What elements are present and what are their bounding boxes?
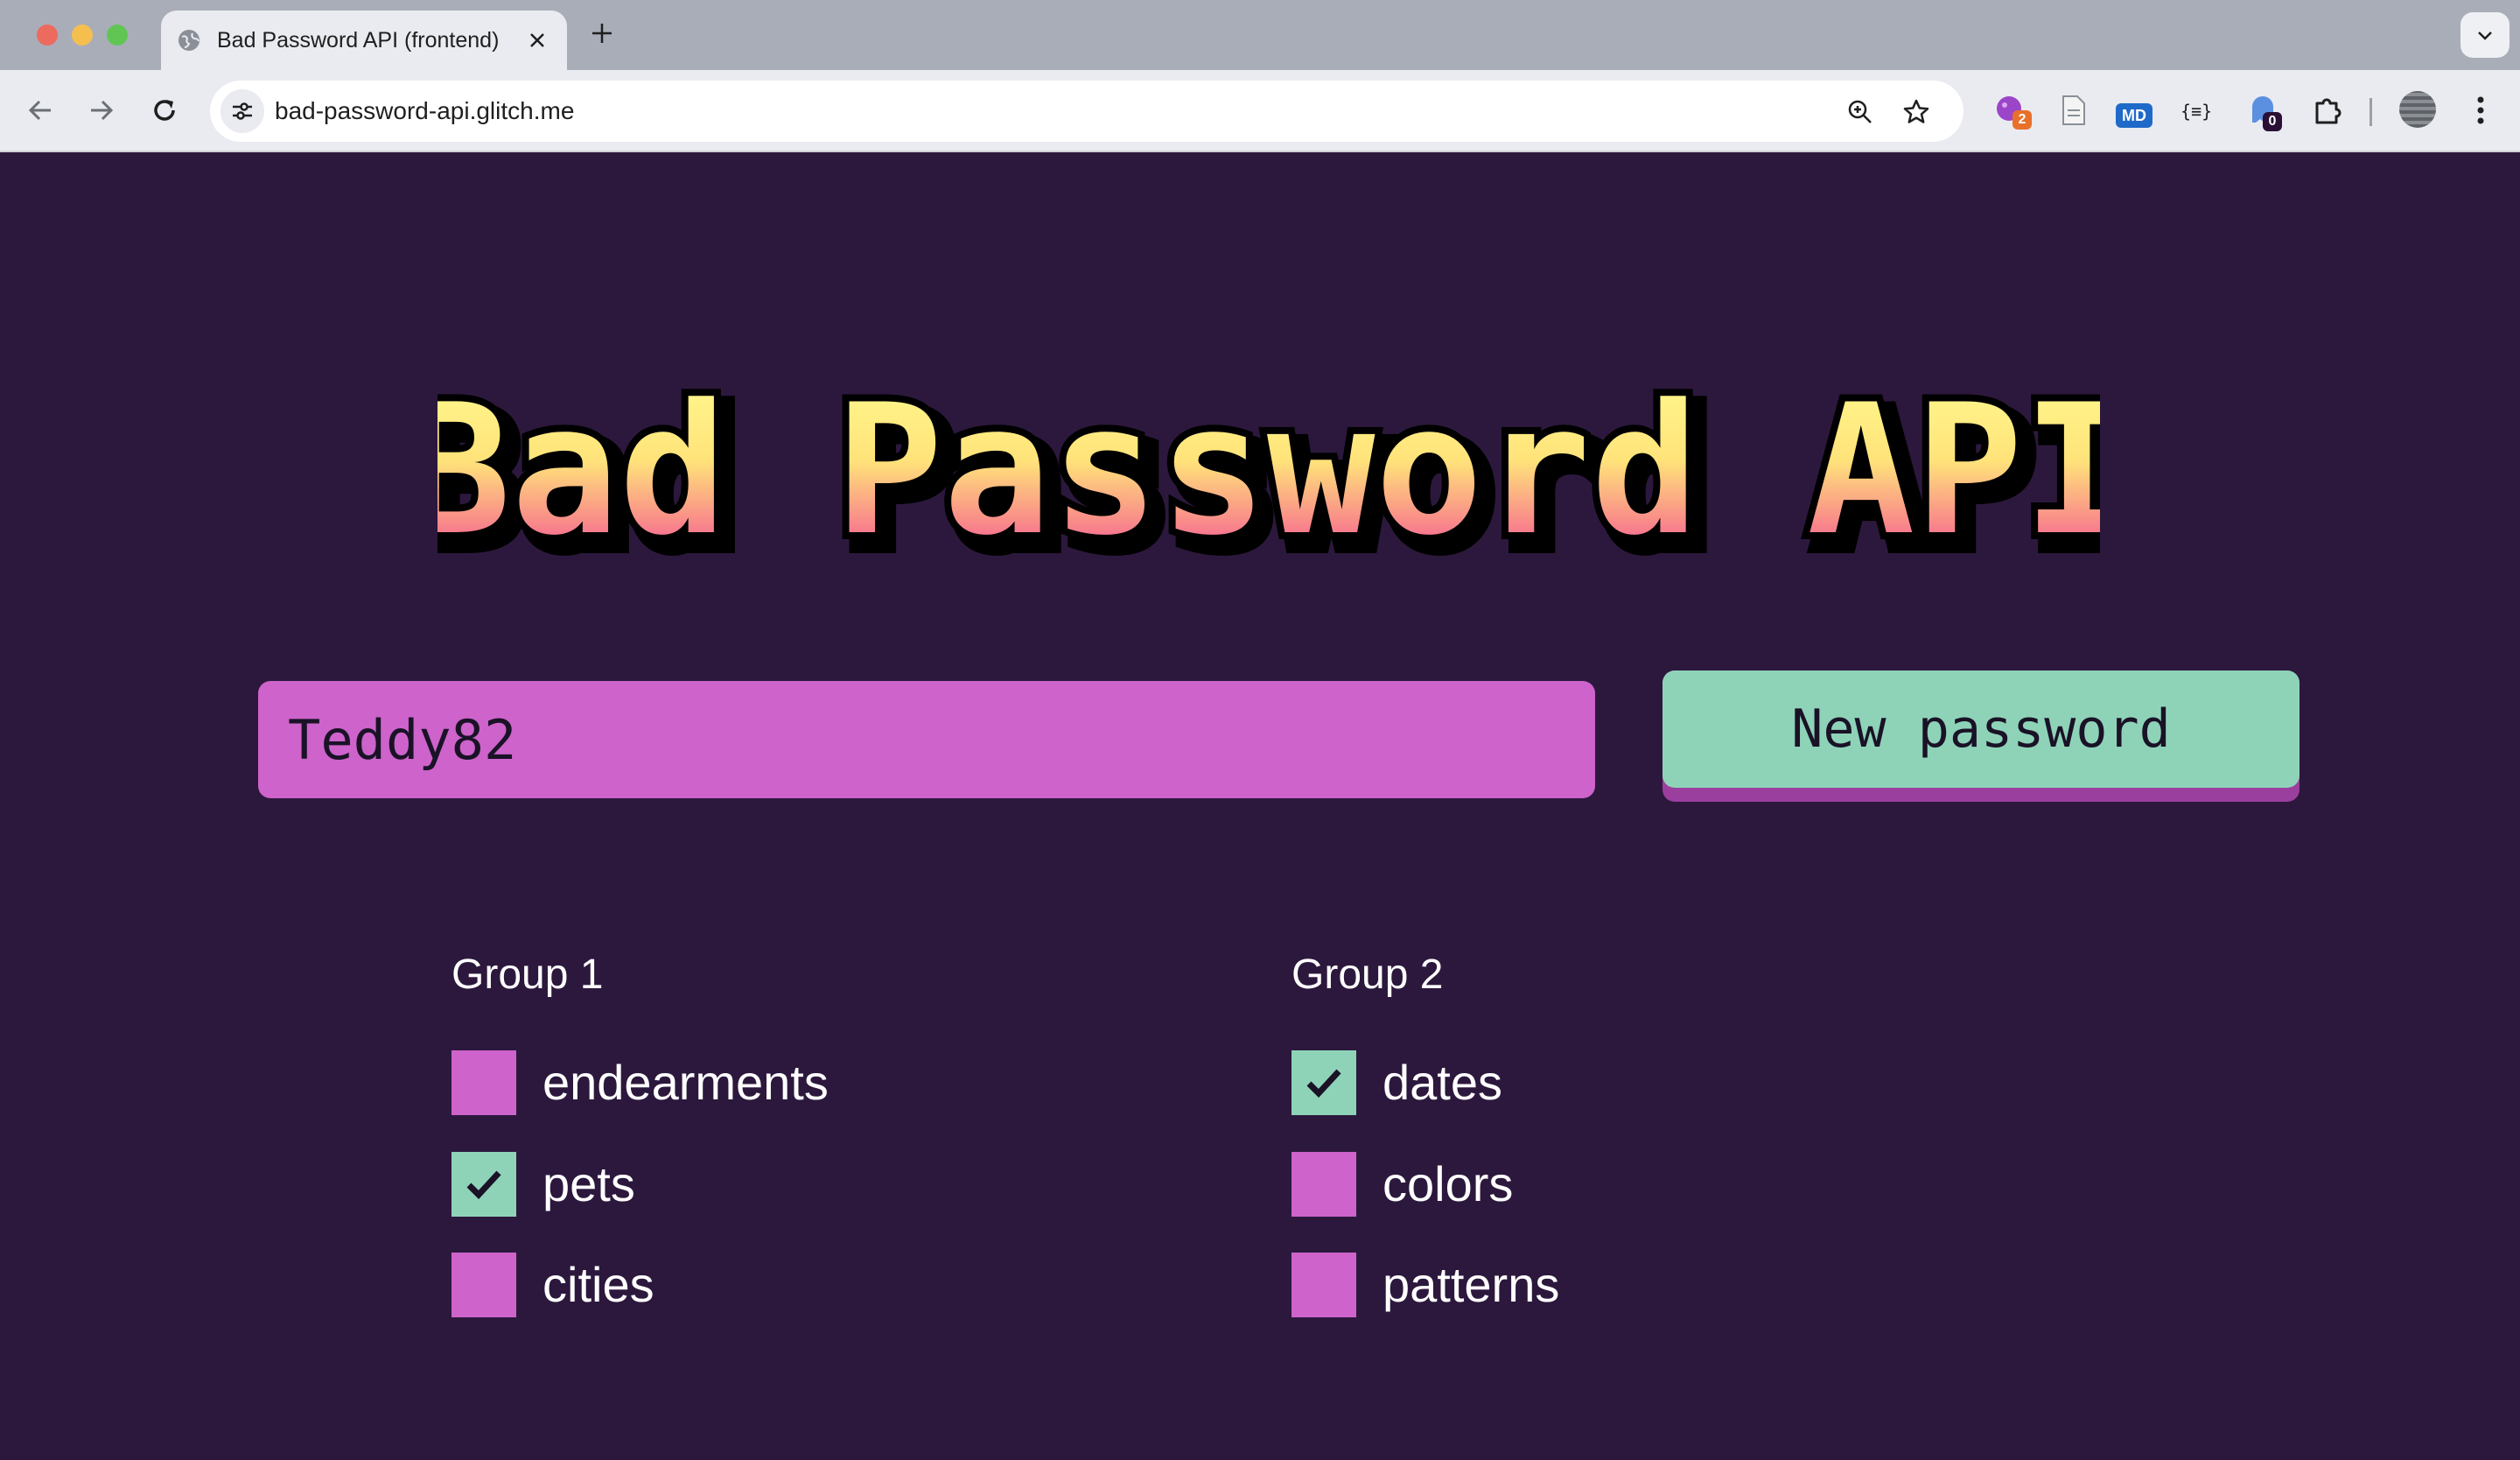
checkbox[interactable]	[452, 1152, 516, 1217]
checkmark-icon	[466, 1170, 501, 1200]
browser-tab-bar: Bad Password API (frontend)	[0, 0, 2520, 70]
toolbar-divider	[2370, 98, 2372, 126]
extensions-puzzle-icon[interactable]	[2310, 93, 2345, 128]
maximize-window-button[interactable]	[107, 25, 128, 46]
checkbox[interactable]	[1292, 1253, 1356, 1317]
checkbox-label: colors	[1382, 1156, 1514, 1211]
extension-badge: 0	[2263, 112, 2282, 131]
close-tab-icon[interactable]	[527, 30, 548, 51]
checkbox-label: cities	[542, 1257, 654, 1312]
checkbox-pets[interactable]: pets	[452, 1152, 889, 1217]
title-text: Bad Password API	[438, 367, 2100, 575]
profile-avatar[interactable]	[2399, 91, 2436, 128]
checkbox-label: endearments	[542, 1055, 829, 1110]
bookmark-star-icon[interactable]	[1902, 98, 1930, 126]
checkbox[interactable]	[452, 1253, 516, 1317]
checkbox-endearments[interactable]: endearments	[452, 1050, 889, 1115]
back-arrow-icon[interactable]	[24, 95, 56, 126]
tune-icon	[233, 102, 252, 120]
reload-icon[interactable]	[149, 95, 180, 126]
checkbox[interactable]	[1292, 1050, 1356, 1115]
password-output-field[interactable]	[258, 681, 1595, 798]
close-window-button[interactable]	[37, 25, 58, 46]
address-bar[interactable]: bad-password-api.glitch.me	[210, 81, 1964, 142]
json-extension-icon[interactable]: {≡}	[2180, 98, 2212, 124]
globe-icon	[178, 30, 200, 51]
more-menu-icon[interactable]	[2468, 95, 2494, 126]
chevron-down-icon	[2478, 32, 2492, 40]
ghost-extension-icon[interactable]: 0	[2247, 93, 2282, 132]
checkbox-label: pets	[542, 1156, 635, 1211]
purple-extension-icon[interactable]: 2	[1993, 93, 2032, 132]
tab-search-button[interactable]	[2460, 12, 2510, 58]
extension-badge: 2	[2012, 110, 2032, 130]
new-password-button[interactable]: New password	[1662, 670, 2300, 802]
forward-arrow-icon[interactable]	[86, 95, 117, 126]
checkmark-icon	[1306, 1069, 1341, 1099]
tab-title: Bad Password API (frontend)	[217, 28, 500, 53]
checkbox[interactable]	[452, 1050, 516, 1115]
group-1-heading: Group 1	[452, 951, 604, 998]
new-password-button-label: New password	[1662, 670, 2300, 788]
active-tab[interactable]: Bad Password API (frontend)	[161, 11, 567, 70]
checkbox-label: patterns	[1382, 1257, 1560, 1312]
url-text[interactable]: bad-password-api.glitch.me	[275, 81, 574, 142]
document-extension-icon[interactable]	[2058, 93, 2090, 132]
json-extension-label: {≡}	[2180, 101, 2213, 122]
checkbox-cities[interactable]: cities	[452, 1253, 889, 1317]
page-title: Bad Password API Bad Password API Bad Pa…	[438, 360, 2100, 596]
group-2-heading: Group 2	[1292, 951, 1444, 998]
markdown-extension-label: MD	[2116, 103, 2152, 128]
checkbox-patterns[interactable]: patterns	[1292, 1253, 1729, 1317]
checkbox-label: dates	[1382, 1055, 1502, 1110]
zoom-icon[interactable]	[1846, 98, 1874, 126]
minimize-window-button[interactable]	[72, 25, 93, 46]
checkbox-dates[interactable]: dates	[1292, 1050, 1729, 1115]
new-tab-icon[interactable]	[590, 21, 614, 46]
site-info-button[interactable]	[220, 89, 264, 133]
checkbox[interactable]	[1292, 1152, 1356, 1217]
checkbox-colors[interactable]: colors	[1292, 1152, 1729, 1217]
